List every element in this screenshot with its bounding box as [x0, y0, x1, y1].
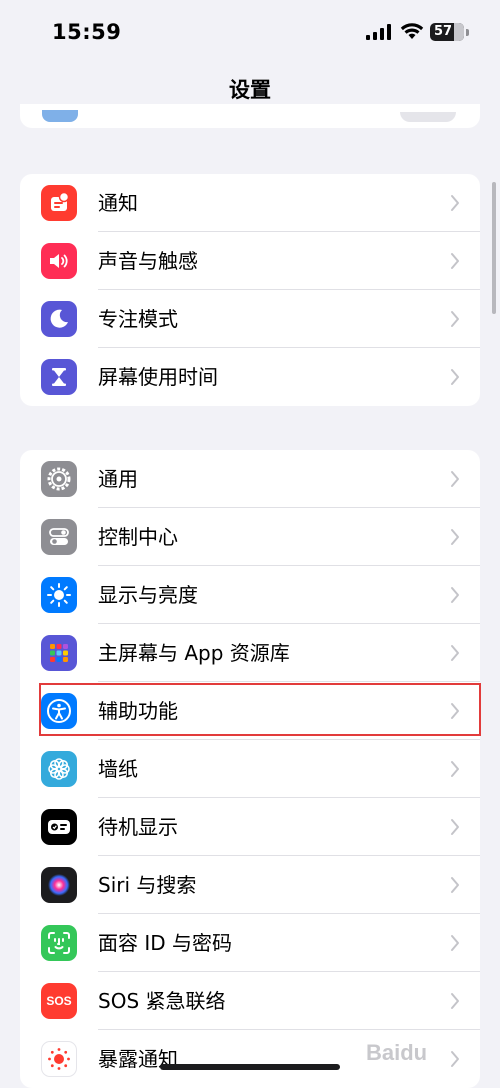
- page-title: 设置: [229, 78, 271, 102]
- row-label: 辅助功能: [98, 699, 178, 723]
- chevron-right-icon: [451, 529, 459, 545]
- app-grid-icon: [41, 635, 77, 671]
- chevron-right-icon: [451, 253, 459, 269]
- flower-icon: [41, 751, 77, 787]
- row-standby[interactable]: 待机显示: [20, 798, 480, 856]
- chevron-right-icon: [451, 311, 459, 327]
- row-label: 通用: [98, 467, 138, 491]
- row-siri-search[interactable]: Siri 与搜索: [20, 856, 480, 914]
- sos-icon: SOS: [41, 983, 77, 1019]
- row-label: SOS 紧急联络: [98, 989, 226, 1013]
- row-label: 显示与亮度: [98, 583, 198, 607]
- chevron-right-icon: [451, 935, 459, 951]
- row-home-screen-app-library[interactable]: 主屏幕与 App 资源库: [20, 624, 480, 682]
- chevron-right-icon: [451, 761, 459, 777]
- speaker-icon: [41, 243, 77, 279]
- row-label: 声音与触感: [98, 249, 198, 273]
- row-screen-time[interactable]: 屏幕使用时间: [20, 348, 480, 406]
- battery-icon: 57: [430, 23, 464, 41]
- toggles-icon: [41, 519, 77, 555]
- wifi-icon: [400, 23, 424, 39]
- gear-icon: [41, 461, 77, 497]
- chevron-right-icon: [451, 471, 459, 487]
- status-bar: 15:59 57: [0, 0, 500, 62]
- chevron-right-icon: [451, 195, 459, 211]
- chevron-right-icon: [451, 993, 459, 1009]
- status-time: 15:59: [52, 20, 122, 44]
- baidu-watermark-logo: Baidu: [366, 1032, 476, 1072]
- hourglass-icon: [41, 359, 77, 395]
- exposure-icon: [41, 1041, 77, 1077]
- face-id-icon: [41, 925, 77, 961]
- row-display-brightness[interactable]: 显示与亮度: [20, 566, 480, 624]
- chevron-right-icon: [451, 877, 459, 893]
- row-general[interactable]: 通用: [20, 450, 480, 508]
- row-label: 通知: [98, 191, 138, 215]
- row-label: 墙纸: [98, 757, 138, 781]
- standby-icon: [41, 809, 77, 845]
- row-label: 暴露通知: [98, 1047, 178, 1071]
- settings-group-1: 通知 声音与触感 专注模式 屏幕使用时间: [20, 174, 480, 406]
- notifications-icon: [41, 185, 77, 221]
- row-accessibility[interactable]: 辅助功能: [20, 682, 480, 740]
- row-label: 专注模式: [98, 307, 178, 331]
- scrollbar[interactable]: [492, 182, 496, 314]
- row-label: Siri 与搜索: [98, 873, 197, 897]
- row-label: 面容 ID 与密码: [98, 931, 233, 955]
- chevron-right-icon: [451, 369, 459, 385]
- chevron-right-icon: [451, 587, 459, 603]
- row-label: 控制中心: [98, 525, 178, 549]
- home-indicator[interactable]: [160, 1064, 340, 1070]
- row-focus[interactable]: 专注模式: [20, 290, 480, 348]
- row-face-id-passcode[interactable]: 面容 ID 与密码: [20, 914, 480, 972]
- chevron-right-icon: [451, 645, 459, 661]
- row-label: 主屏幕与 App 资源库: [98, 641, 290, 665]
- accessibility-icon: [41, 693, 77, 729]
- sun-icon: [41, 577, 77, 613]
- watermark-text: Baidu: [366, 1040, 428, 1065]
- moon-icon: [41, 301, 77, 337]
- settings-group-top-partial: [20, 104, 480, 128]
- chevron-right-icon: [451, 819, 459, 835]
- siri-icon: [41, 867, 77, 903]
- chevron-right-icon: [451, 703, 459, 719]
- row-emergency-sos[interactable]: SOS SOS 紧急联络: [20, 972, 480, 1030]
- row-notifications[interactable]: 通知: [20, 174, 480, 232]
- row-control-center[interactable]: 控制中心: [20, 508, 480, 566]
- sos-icon-text: SOS: [46, 994, 72, 1008]
- settings-group-2: 通用 控制中心 显示与亮度 主屏幕与 App 资源库 辅助功能 墙纸 待机显示 …: [20, 450, 480, 1088]
- battery-level: 57: [433, 24, 453, 39]
- row-label: 待机显示: [98, 815, 178, 839]
- row-label: 屏幕使用时间: [98, 365, 218, 389]
- row-sounds-haptics[interactable]: 声音与触感: [20, 232, 480, 290]
- cellular-signal-icon: [366, 24, 391, 40]
- row-wallpaper[interactable]: 墙纸: [20, 740, 480, 798]
